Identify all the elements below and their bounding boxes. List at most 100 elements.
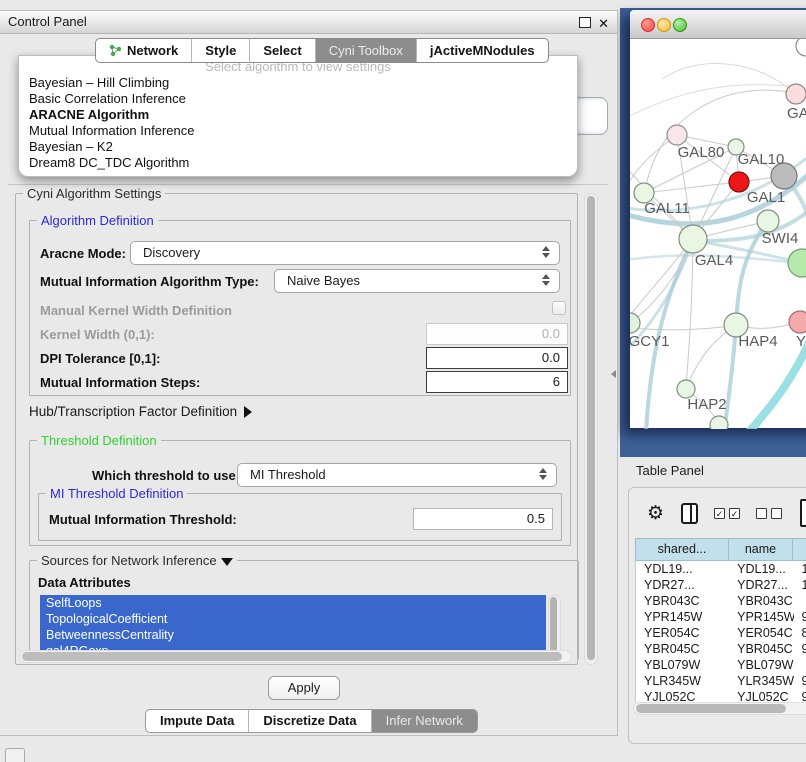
algorithm-definition-group: Algorithm Definition Aracne Mode: Discov… bbox=[29, 220, 571, 396]
table-cell: 9. bbox=[794, 641, 806, 657]
network-node[interactable] bbox=[757, 210, 779, 232]
tab-infer-network[interactable]: Infer Network bbox=[371, 710, 477, 732]
tab-select[interactable]: Select bbox=[249, 39, 314, 62]
table-panel: ⚙ ✓ ✓ shared... name A YDL19...YDL19...1… bbox=[628, 487, 806, 744]
column-header-name[interactable]: name bbox=[728, 538, 793, 561]
network-edge[interactable] bbox=[644, 182, 739, 193]
network-node[interactable] bbox=[788, 249, 806, 277]
network-canvas[interactable]: GALGAL80GAL10GAL1GAL11SWI4GAL4GCY1HAP4YH… bbox=[630, 39, 806, 429]
algorithm-option[interactable]: Mutual Information Inference bbox=[19, 123, 577, 139]
data-attribute-item[interactable]: TopologicalCoefficient bbox=[40, 611, 546, 627]
settings-group-title: Cyni Algorithm Settings bbox=[23, 186, 165, 201]
minimize-traffic-light-icon[interactable] bbox=[657, 18, 671, 32]
table-cell: YDL19... bbox=[729, 561, 793, 577]
table-cell: 13 bbox=[794, 561, 806, 577]
algorithm-option[interactable]: ARACNE Algorithm bbox=[19, 107, 577, 123]
column-header-shared-name[interactable]: shared... bbox=[635, 538, 729, 561]
settings-vertical-scrollbar[interactable] bbox=[584, 193, 598, 665]
table-row[interactable]: YBL079WYBL079W bbox=[636, 657, 806, 673]
stepper-icon bbox=[542, 246, 550, 258]
network-edge[interactable] bbox=[686, 239, 693, 389]
settings-horizontal-scrollbar[interactable] bbox=[19, 650, 572, 663]
hub-definition-expander[interactable]: Hub/Transcription Factor Definition bbox=[29, 404, 252, 419]
scrollbar-thumb[interactable] bbox=[550, 597, 557, 657]
table-row[interactable]: YJL052CYJL052C9. bbox=[636, 689, 806, 702]
data-attribute-item[interactable]: SelfLoops bbox=[40, 595, 546, 611]
manual-kernel-checkbox[interactable] bbox=[552, 301, 566, 315]
network-edge[interactable] bbox=[662, 63, 794, 93]
apply-button[interactable]: Apply bbox=[268, 676, 340, 700]
mi-threshold-field[interactable]: 0.5 bbox=[413, 508, 553, 530]
mi-type-label: Mutual Information Algorithm Type: bbox=[40, 274, 259, 289]
which-threshold-select[interactable]: MI Threshold bbox=[237, 463, 557, 487]
table-cell: YDR27... bbox=[636, 577, 729, 593]
checked-box-icon: ✓ bbox=[714, 508, 725, 519]
algorithm-option[interactable]: Bayesian – K2 bbox=[19, 139, 577, 155]
kernel-width-field[interactable]: 0.0 bbox=[426, 323, 568, 345]
mi-threshold-group: MI Threshold Definition Mutual Informati… bbox=[38, 493, 562, 541]
tab-network[interactable]: Network bbox=[96, 39, 191, 62]
aracne-mode-select[interactable]: Discovery bbox=[130, 241, 560, 265]
algorithm-option[interactable]: Dream8 DC_TDC Algorithm bbox=[19, 155, 577, 171]
select-all-icon[interactable]: ✓ ✓ bbox=[714, 508, 740, 519]
network-node[interactable] bbox=[667, 125, 687, 145]
table-cell: YDR27... bbox=[729, 577, 793, 593]
tab-discretize-data[interactable]: Discretize Data bbox=[248, 710, 370, 732]
close-traffic-light-icon[interactable] bbox=[641, 18, 655, 32]
table-row[interactable]: YDL19...YDL19...13 bbox=[636, 561, 806, 577]
table-horizontal-scrollbar[interactable] bbox=[633, 702, 806, 715]
network-window-titlebar[interactable] bbox=[630, 10, 806, 39]
network-node[interactable] bbox=[710, 416, 728, 429]
table-header-row: shared... name A bbox=[635, 538, 806, 561]
new-column-icon[interactable] bbox=[800, 499, 806, 527]
network-node[interactable] bbox=[679, 225, 707, 253]
table-row[interactable]: YBR043CYBR043C bbox=[636, 593, 806, 609]
network-edge[interactable] bbox=[630, 239, 693, 326]
sources-group-title[interactable]: Sources for Network Inference bbox=[37, 553, 237, 568]
scrollbar-thumb[interactable] bbox=[22, 652, 562, 661]
deselect-all-icon[interactable] bbox=[756, 508, 782, 519]
table-cell: YDL19... bbox=[636, 561, 729, 577]
columns-icon[interactable] bbox=[681, 503, 698, 524]
bottom-tabbar: Impute Data Discretize Data Infer Networ… bbox=[145, 709, 478, 733]
mi-steps-field[interactable]: 6 bbox=[426, 371, 568, 393]
tab-impute-data[interactable]: Impute Data bbox=[146, 710, 248, 732]
screen: GALGAL80GAL10GAL1GAL11SWI4GAL4GCY1HAP4YH… bbox=[0, 0, 806, 762]
table-row[interactable]: YLR345WYLR345W9. bbox=[636, 673, 806, 689]
tab-label: Cyni Toolbox bbox=[329, 39, 403, 62]
network-node[interactable] bbox=[789, 311, 806, 333]
node-label: GAL1 bbox=[747, 189, 785, 206]
table-row[interactable]: YDR27...YDR27...12 bbox=[636, 577, 806, 593]
table-row[interactable]: YPR145WYPR145W9. bbox=[636, 609, 806, 625]
stepper-icon bbox=[542, 274, 550, 286]
table-cell: YBL079W bbox=[636, 657, 729, 673]
bottom-corner-button[interactable] bbox=[5, 748, 25, 762]
network-node[interactable] bbox=[786, 84, 806, 104]
algorithm-option[interactable]: Basic Correlation Inference bbox=[19, 91, 577, 107]
table-cell: YLR345W bbox=[636, 673, 729, 689]
table-row[interactable]: YER054CYER054C8. bbox=[636, 625, 806, 641]
column-header-partial[interactable]: A bbox=[792, 538, 806, 561]
aracne-mode-value: Discovery bbox=[143, 245, 200, 260]
float-window-icon[interactable] bbox=[579, 17, 591, 28]
tab-cyni-toolbox[interactable]: Cyni Toolbox bbox=[315, 39, 416, 62]
scrollbar-thumb[interactable] bbox=[636, 704, 786, 713]
network-window[interactable]: GALGAL80GAL10GAL1GAL11SWI4GAL4GCY1HAP4YH… bbox=[630, 10, 806, 428]
gear-icon[interactable]: ⚙ bbox=[647, 502, 664, 525]
network-edge[interactable] bbox=[630, 241, 693, 323]
scrollbar-thumb[interactable] bbox=[587, 196, 595, 660]
close-icon[interactable]: ✕ bbox=[598, 13, 609, 35]
node-label: Y bbox=[796, 333, 806, 350]
zoom-traffic-light-icon[interactable] bbox=[673, 18, 687, 32]
data-attribute-item[interactable]: BetweennessCentrality bbox=[40, 627, 546, 643]
network-tab-icon bbox=[109, 44, 122, 57]
which-threshold-value: MI Threshold bbox=[250, 467, 326, 482]
dpi-tolerance-field[interactable]: 0.0 bbox=[426, 347, 568, 369]
table-row[interactable]: YBR045CYBR045C9. bbox=[636, 641, 806, 657]
panel-splitter-handle[interactable] bbox=[611, 370, 616, 378]
mi-type-select[interactable]: Naive Bayes bbox=[274, 269, 560, 293]
tab-style[interactable]: Style bbox=[191, 39, 249, 62]
tab-jactivemnodules[interactable]: jActiveMNodules bbox=[416, 39, 548, 62]
network-node[interactable] bbox=[796, 39, 806, 56]
algorithm-option[interactable]: Bayesian – Hill Climbing bbox=[19, 75, 577, 91]
